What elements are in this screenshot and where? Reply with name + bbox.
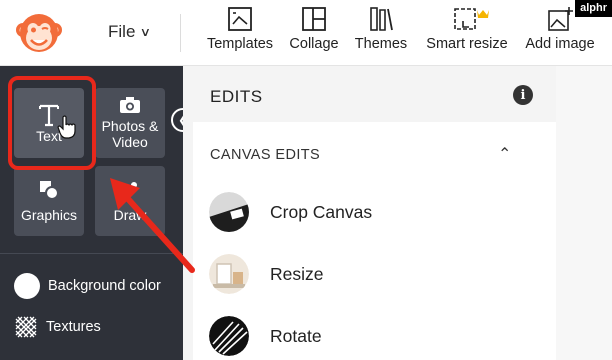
crop-canvas-option[interactable]: Crop Canvas <box>209 192 372 232</box>
texture-icon <box>15 316 37 338</box>
templates-icon <box>228 7 252 31</box>
collage-button[interactable]: Collage <box>284 6 344 60</box>
camera-icon <box>120 97 140 113</box>
photos-video-label: Photos & Video <box>101 118 159 150</box>
smart-resize-button[interactable]: Smart resize <box>420 6 514 60</box>
collage-icon <box>302 7 326 31</box>
templates-label: Templates <box>206 36 274 52</box>
pen-icon <box>121 182 137 200</box>
chevron-up-icon[interactable]: ⌃ <box>498 144 511 164</box>
templates-button[interactable]: Templates <box>200 6 280 60</box>
collage-label: Collage <box>289 36 339 52</box>
monkey-logo-icon[interactable] <box>14 10 64 56</box>
resize-thumb-icon <box>209 254 249 294</box>
toolbar-divider <box>180 14 181 52</box>
left-tools-panel: Text Photos & Video Graphics Draw Backgr… <box>0 66 183 360</box>
edits-panel: EDITS i CANVAS EDITS ⌃ Crop Canvas Resiz… <box>183 66 556 360</box>
textures-option[interactable]: Textures <box>14 315 101 339</box>
graphics-label: Graphics <box>20 207 78 223</box>
panel-divider <box>0 253 183 254</box>
canvas-edits-section: CANVAS EDITS ⌃ Crop Canvas Resize Rotate <box>193 122 556 360</box>
hand-cursor-icon <box>57 115 76 139</box>
background-color-option[interactable]: Background color <box>14 273 161 299</box>
file-menu[interactable]: File ∨ <box>108 22 152 42</box>
file-menu-label: File <box>108 22 136 41</box>
photos-video-tool-button[interactable]: Photos & Video <box>95 88 165 158</box>
add-image-icon <box>548 7 573 31</box>
add-image-label: Add image <box>525 36 595 52</box>
text-tool-button[interactable]: Text <box>14 88 84 158</box>
themes-icon <box>370 7 393 31</box>
resize-option[interactable]: Resize <box>209 254 324 294</box>
draw-tool-button[interactable]: Draw <box>95 166 165 236</box>
crop-thumb-icon <box>209 192 249 232</box>
themes-label: Themes <box>354 36 408 52</box>
crop-canvas-label: Crop Canvas <box>270 201 373 222</box>
smart-resize-icon <box>454 8 489 30</box>
graphics-tool-button[interactable]: Graphics <box>14 166 84 236</box>
themes-button[interactable]: Themes <box>350 6 412 60</box>
shapes-icon <box>40 181 59 200</box>
top-toolbar: File ∨ Templates Collage Themes Smart re… <box>0 0 612 66</box>
rotate-label: Rotate <box>270 325 322 346</box>
textures-label: Textures <box>46 319 101 335</box>
rotate-option[interactable]: Rotate <box>209 316 322 356</box>
resize-label: Resize <box>270 263 324 284</box>
canvas-area-edge <box>556 66 612 360</box>
edits-title: EDITS <box>210 87 263 106</box>
background-color-label: Background color <box>48 278 161 294</box>
canvas-edits-title: CANVAS EDITS <box>210 147 321 163</box>
rotate-thumb-icon <box>209 316 249 356</box>
chevron-down-icon: ∨ <box>140 25 152 39</box>
alphr-watermark-badge: alphr <box>575 0 612 17</box>
color-dot-icon <box>14 273 40 299</box>
smart-resize-label: Smart resize <box>426 36 508 52</box>
draw-label: Draw <box>113 207 147 223</box>
info-icon[interactable]: i <box>513 85 533 105</box>
